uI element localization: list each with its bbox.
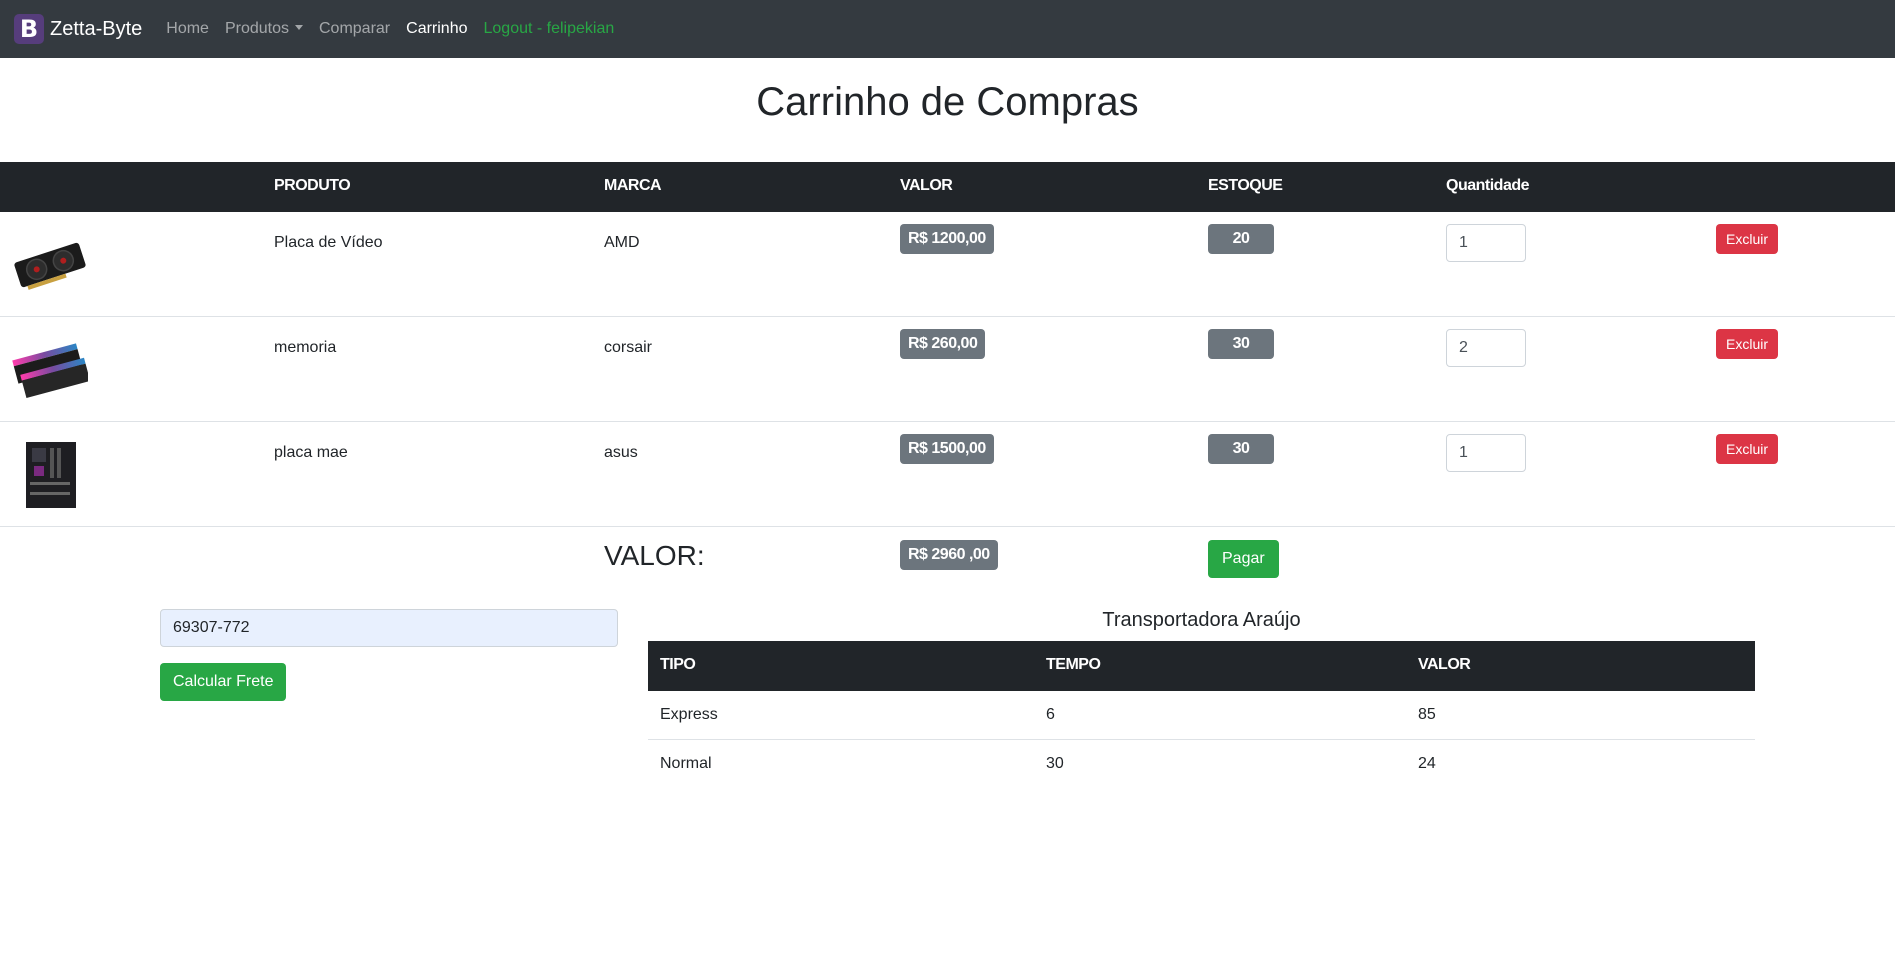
product-name: Placa de Vídeo	[274, 234, 383, 251]
delete-button[interactable]: Excluir	[1716, 224, 1779, 254]
delete-button[interactable]: Excluir	[1716, 329, 1779, 359]
shipping-valor: 85	[1418, 706, 1436, 723]
shipping-company-title: Transportadora Araújo	[1102, 609, 1301, 631]
table-row: memoria corsair R$ 260,00 30 Excluir	[0, 317, 1895, 422]
table-row: Placa de Vídeo AMD R$ 1200,00 20 Excluir	[0, 212, 1895, 317]
nav-carrinho[interactable]: Carrinho	[406, 20, 467, 38]
shipping-tempo: 6	[1046, 706, 1055, 723]
header-estoque: ESTOQUE	[1208, 177, 1283, 194]
header-marca: MARCA	[604, 177, 662, 194]
nav-logout[interactable]: Logout - felipekian	[484, 20, 615, 38]
quantity-input[interactable]	[1446, 329, 1526, 367]
cep-input[interactable]	[160, 609, 618, 647]
product-name: memoria	[274, 339, 337, 356]
calculate-shipping-button[interactable]: Calcular Frete	[160, 663, 287, 701]
stock-badge: 30	[1208, 434, 1274, 464]
table-row: Normal 30 24	[648, 740, 1755, 789]
bootstrap-logo-icon: B	[14, 14, 44, 44]
table-row: Express 6 85	[648, 691, 1755, 740]
stock-badge: 20	[1208, 224, 1274, 254]
stock-badge: 30	[1208, 329, 1274, 359]
header-valor-frete: VALOR	[1418, 656, 1471, 673]
header-valor: VALOR	[900, 177, 953, 194]
nav-produtos-label: Produtos	[224, 20, 289, 37]
shipping-tempo: 30	[1046, 755, 1064, 772]
shipping-valor: 24	[1418, 755, 1436, 772]
ram-image	[12, 343, 88, 399]
price-badge: R$ 1200,00	[900, 224, 994, 254]
delete-button[interactable]: Excluir	[1716, 434, 1779, 464]
nav-home[interactable]: Home	[166, 20, 209, 38]
cart-table-header: PRODUTO MARCA VALOR ESTOQUE Quantidade	[0, 162, 1895, 212]
page-title: Carrinho de Compras	[756, 80, 1139, 124]
header-tempo: TEMPO	[1046, 656, 1101, 673]
shipping-tipo: Normal	[660, 755, 712, 772]
header-produto: PRODUTO	[274, 177, 351, 194]
caret-down-icon	[295, 25, 303, 30]
table-row: placa mae asus R$ 1500,00 30 Excluir	[0, 422, 1895, 527]
shipping-table-header: TIPO TEMPO VALOR	[648, 641, 1755, 691]
gpu-image	[14, 242, 86, 290]
price-badge: R$ 260,00	[900, 329, 986, 359]
motherboard-image	[26, 442, 76, 508]
price-badge: R$ 1500,00	[900, 434, 994, 464]
product-brand: asus	[604, 444, 638, 461]
shipping-tipo: Express	[660, 706, 718, 723]
header-tipo: TIPO	[660, 656, 696, 673]
brand-name: Zetta-Byte	[50, 17, 143, 40]
product-name: placa mae	[274, 444, 348, 461]
total-value-badge: R$ 2960 ,00	[900, 540, 998, 570]
brand[interactable]: B Zetta-Byte	[14, 14, 142, 44]
product-brand: AMD	[604, 234, 640, 251]
product-brand: corsair	[604, 339, 653, 356]
total-label: VALOR:	[604, 540, 705, 571]
nav-produtos-dropdown[interactable]: Produtos	[225, 20, 303, 38]
quantity-input[interactable]	[1446, 434, 1526, 472]
navbar: B Zetta-Byte Home Produtos Comparar Carr…	[0, 0, 1895, 58]
pay-button[interactable]: Pagar	[1208, 540, 1279, 578]
header-quantidade: Quantidade	[1446, 177, 1530, 194]
quantity-input[interactable]	[1446, 224, 1526, 262]
nav-comparar[interactable]: Comparar	[319, 20, 390, 38]
